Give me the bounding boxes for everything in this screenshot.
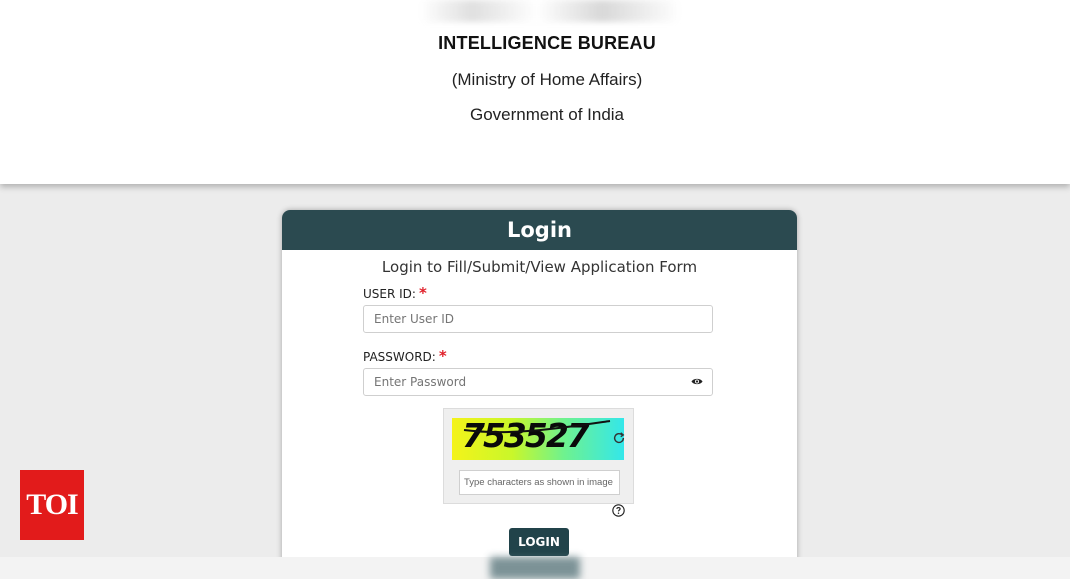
password-label: PASSWORD: *	[363, 347, 447, 365]
user-id-field[interactable]	[363, 305, 713, 333]
login-card-subheading: Login to Fill/Submit/View Application Fo…	[381, 258, 698, 276]
login-card: Login Login to Fill/Submit/View Applicat…	[282, 210, 797, 570]
captcha-field[interactable]: Type characters as shown in image	[459, 470, 620, 495]
captcha-image: 753527	[452, 418, 624, 460]
password-input[interactable]	[374, 375, 674, 389]
user-id-label: USER ID: *	[363, 284, 427, 302]
org-government: Government of India	[469, 105, 625, 124]
login-button[interactable]: LOGIN	[509, 528, 569, 556]
required-mark: *	[418, 284, 427, 302]
refresh-icon[interactable]	[612, 431, 626, 445]
toi-logo: TOI	[20, 470, 84, 540]
login-card-heading: Login	[282, 210, 797, 250]
bottom-blur	[490, 557, 580, 579]
org-subtitle: (Ministry of Home Affairs)	[451, 70, 643, 89]
user-id-input[interactable]	[374, 312, 674, 326]
required-mark: *	[438, 347, 447, 365]
password-field[interactable]	[363, 368, 713, 396]
toi-logo-text: TOI	[26, 488, 78, 521]
captcha-box: 753527 Type characters as shown in image	[443, 408, 634, 504]
password-label-text: PASSWORD:	[363, 350, 436, 364]
user-id-label-text: USER ID:	[363, 287, 416, 301]
eye-icon[interactable]	[691, 377, 703, 386]
captcha-noise-line	[463, 420, 611, 434]
site-header: INTELLIGENCE BUREAU (Ministry of Home Af…	[0, 0, 1070, 184]
help-icon[interactable]	[612, 504, 625, 517]
blurred-logo-strip	[420, 0, 680, 22]
org-title: INTELLIGENCE BUREAU	[438, 33, 656, 53]
captcha-placeholder: Type characters as shown in image	[464, 477, 613, 488]
